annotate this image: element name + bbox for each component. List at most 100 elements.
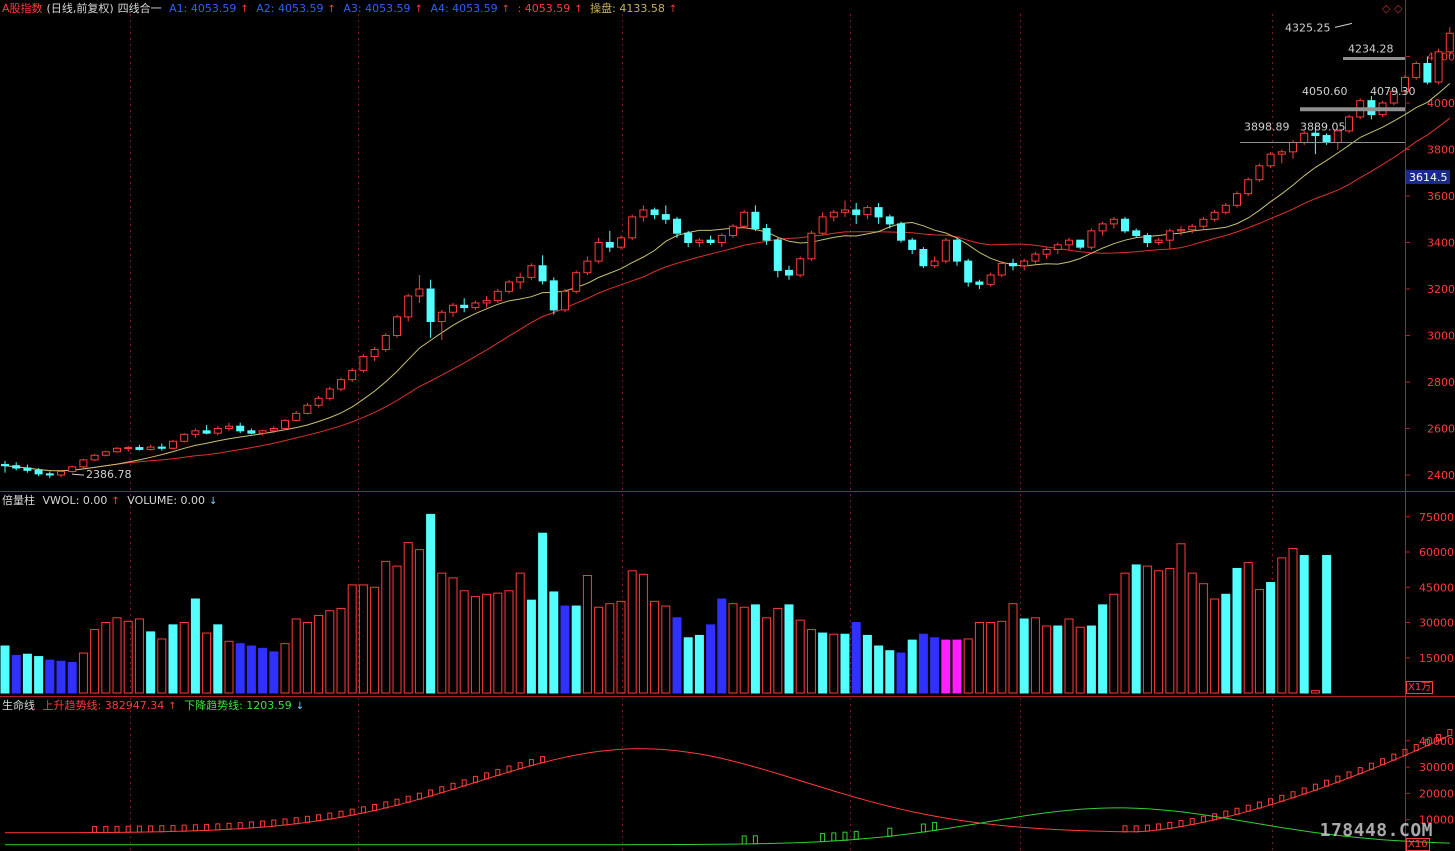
- lifeline-indicator-name[interactable]: 生命线: [2, 699, 35, 712]
- candle: [908, 237, 917, 255]
- volume-bar: [526, 599, 536, 694]
- volume-bar: [168, 624, 178, 694]
- candle-body: [34, 469, 43, 475]
- index-title[interactable]: A股指数: [2, 2, 43, 15]
- candle: [337, 377, 345, 392]
- candle: [381, 333, 390, 352]
- arrow-up-icon: ↑: [111, 496, 120, 507]
- volume-bar: [1142, 565, 1152, 694]
- candle-body: [561, 290, 569, 311]
- diamond-icon[interactable]: ◇: [1394, 2, 1402, 15]
- lifeline-down-bar: [820, 833, 826, 843]
- candle: [303, 402, 312, 415]
- candle-body: [348, 369, 357, 381]
- candle: [1065, 237, 1073, 250]
- candle: [1244, 177, 1253, 196]
- volume-bar: [918, 633, 928, 694]
- candle: [1277, 149, 1286, 164]
- candle-body: [225, 425, 233, 429]
- volume-bar: [459, 590, 469, 694]
- lifeline-tick-label: 20000: [1419, 787, 1454, 800]
- candle-body: [359, 355, 368, 371]
- candle: [146, 444, 155, 451]
- candle-body: [1177, 229, 1185, 232]
- candle-body: [549, 280, 558, 311]
- candle-body: [751, 211, 760, 230]
- candle-body: [1277, 151, 1286, 155]
- volume-bar: [1266, 582, 1276, 694]
- candle-body: [729, 225, 737, 237]
- candle-body: [90, 454, 99, 461]
- candle: [180, 433, 189, 443]
- volume-bar: [112, 617, 122, 694]
- candle: [661, 205, 670, 224]
- candle: [561, 289, 569, 313]
- candle-body: [785, 269, 793, 276]
- candle: [930, 256, 939, 269]
- candle-body: [1345, 116, 1353, 132]
- lifeline-tick-label: 30000: [1419, 761, 1454, 774]
- lifeline-up-bar: [528, 759, 534, 767]
- candle-body: [1244, 179, 1253, 195]
- volume-bar: [1042, 625, 1052, 694]
- ma-a2: A2: 4053.59: [256, 2, 324, 15]
- lifeline-up-bar: [226, 822, 232, 830]
- volume-bar: [202, 632, 212, 694]
- candle-body: [538, 265, 547, 282]
- lifeline-up-bar: [215, 823, 221, 831]
- candle-body: [1098, 223, 1107, 232]
- volume-bar: [1288, 547, 1298, 694]
- candle-body: [1311, 132, 1320, 137]
- candle: [101, 450, 110, 457]
- candle-body: [919, 248, 928, 267]
- volume-bar: [1098, 604, 1108, 694]
- candle-body: [415, 288, 424, 297]
- candle: [1345, 114, 1353, 134]
- candle-body: [68, 466, 77, 473]
- volume-tick-label: 75000: [1419, 511, 1454, 524]
- volume-bar: [381, 560, 391, 694]
- candle: [1076, 239, 1085, 250]
- candle: [572, 270, 581, 294]
- candle: [1132, 228, 1141, 238]
- volume-bar: [1221, 593, 1231, 694]
- candle: [729, 223, 737, 238]
- candle: [594, 237, 603, 264]
- lifeline-down-bar: [920, 823, 926, 833]
- volume-bar: [627, 570, 637, 694]
- candle-body: [740, 211, 749, 227]
- candle: [897, 221, 905, 243]
- volume-indicator-name[interactable]: 倍量柱: [2, 494, 35, 507]
- candle: [225, 422, 233, 431]
- volume-bar: [1109, 593, 1119, 694]
- uptrend-line: [5, 735, 1451, 834]
- diamond-icon[interactable]: ◇: [1382, 2, 1390, 15]
- candle: [325, 386, 334, 401]
- candle-body: [1434, 51, 1443, 83]
- volume-bar: [538, 532, 548, 694]
- low-label: 2386.78: [86, 468, 132, 481]
- candle: [113, 447, 121, 453]
- ma-line-short: [4, 83, 1451, 472]
- candle-body: [997, 262, 1006, 276]
- high-label: 4325.25: [1285, 21, 1331, 34]
- lifeline-up-bar: [1200, 815, 1206, 823]
- lifeline-up-bar: [1122, 825, 1128, 833]
- level-label-3: 3898.89: [1244, 121, 1290, 134]
- volume-bar: [1243, 562, 1253, 694]
- candle-body: [505, 281, 513, 292]
- candle: [1143, 233, 1152, 248]
- candle: [1121, 216, 1129, 234]
- chart-stage[interactable]: 2400260028003000320034003600380040004200…: [0, 0, 1455, 851]
- candle: [169, 440, 177, 450]
- lifeline-up-bar: [360, 806, 366, 814]
- candle: [941, 237, 950, 264]
- volume-bar: [414, 549, 424, 694]
- volume-bar: [840, 633, 850, 694]
- volume-bar: [885, 650, 895, 694]
- volume-bar: [45, 659, 55, 694]
- lifeline-up-bar: [1167, 821, 1173, 829]
- lifeline-up-bar: [148, 825, 154, 833]
- vwol-value: VWOL: 0.00: [42, 494, 108, 507]
- ma-a3: A3: 4053.59: [343, 2, 411, 15]
